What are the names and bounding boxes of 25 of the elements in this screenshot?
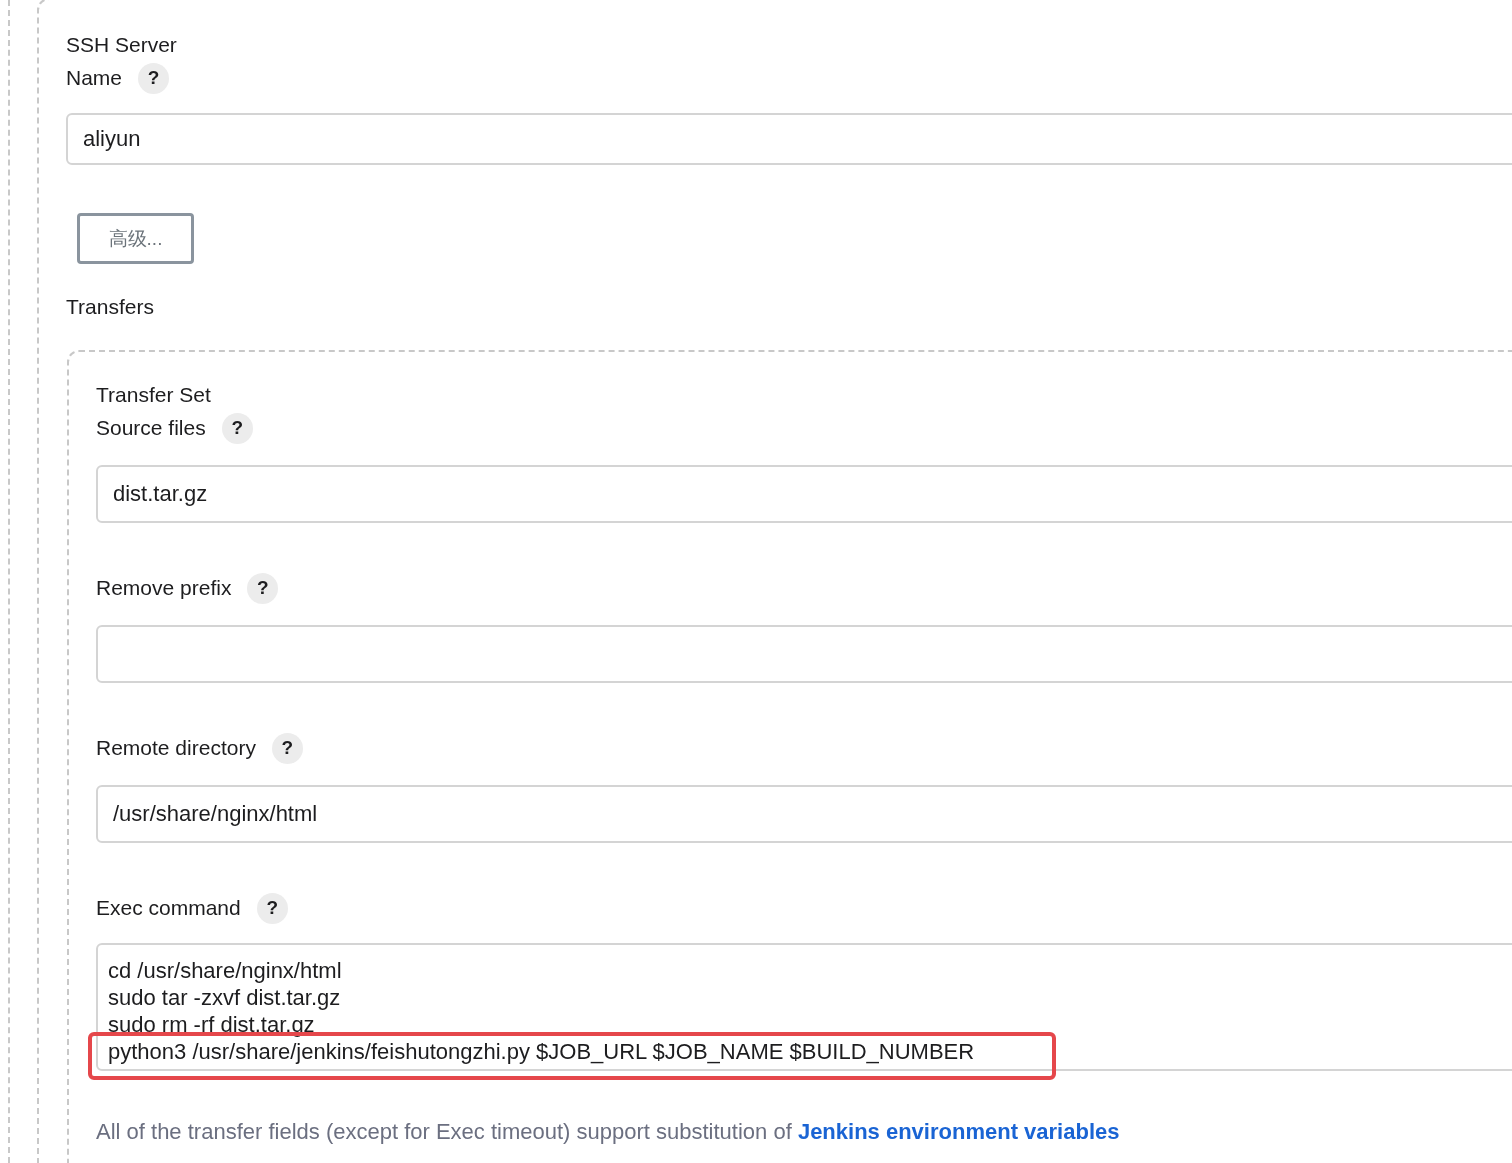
section-heading: Transfer Set: [96, 382, 212, 408]
footnote-text: All of the transfer fields (except for Exec timeout) support substitution of Jenkins environment variables: [96, 1119, 1121, 1145]
help-icon[interactable]: ?: [221, 412, 253, 444]
input-field[interactable]: [96, 625, 1512, 683]
input-field[interactable]: /usr/share/nginx/html: [96, 785, 1512, 843]
help-icon[interactable]: ?: [256, 892, 288, 924]
field-label: Remove prefix: [96, 576, 232, 600]
field-label: Name: [66, 66, 123, 90]
field-label: Remote directory: [96, 736, 256, 760]
help-icon[interactable]: ?: [271, 732, 303, 764]
command-line: sudo rm -rf dist.tar.gz: [108, 1012, 315, 1037]
input-field[interactable]: dist.tar.gz: [96, 465, 1512, 523]
section-heading: SSH Server: [66, 32, 178, 58]
advanced-button[interactable]: 高级...: [77, 213, 194, 264]
field-label: Source files: [96, 416, 206, 440]
help-icon[interactable]: ?: [138, 62, 170, 94]
command-textarea[interactable]: cd /usr/share/nginx/html sudo tar -zxvf dist.tar.gz sudo rm -rf dist.tar.gz python3 /usr/share/jenkins/feishutongzhi.py $JOB_URL $JOB_NAME $BUILD_NUMBER: [96, 943, 1512, 1071]
input-field[interactable]: aliyun: [66, 113, 1512, 165]
command-line: python3 /usr/share/jenkins/feishutongzhi.py $JOB_URL $JOB_NAME $BUILD_NUMBER: [108, 1039, 975, 1064]
help-icon[interactable]: ?: [247, 572, 279, 604]
command-line: cd /usr/share/nginx/html: [108, 958, 342, 983]
field-label: Transfers: [66, 294, 155, 320]
env-vars-link[interactable]: Jenkins environment variables: [797, 1119, 1120, 1144]
command-line: sudo tar -zxvf dist.tar.gz: [108, 985, 341, 1010]
field-label: Exec command: [96, 896, 241, 920]
